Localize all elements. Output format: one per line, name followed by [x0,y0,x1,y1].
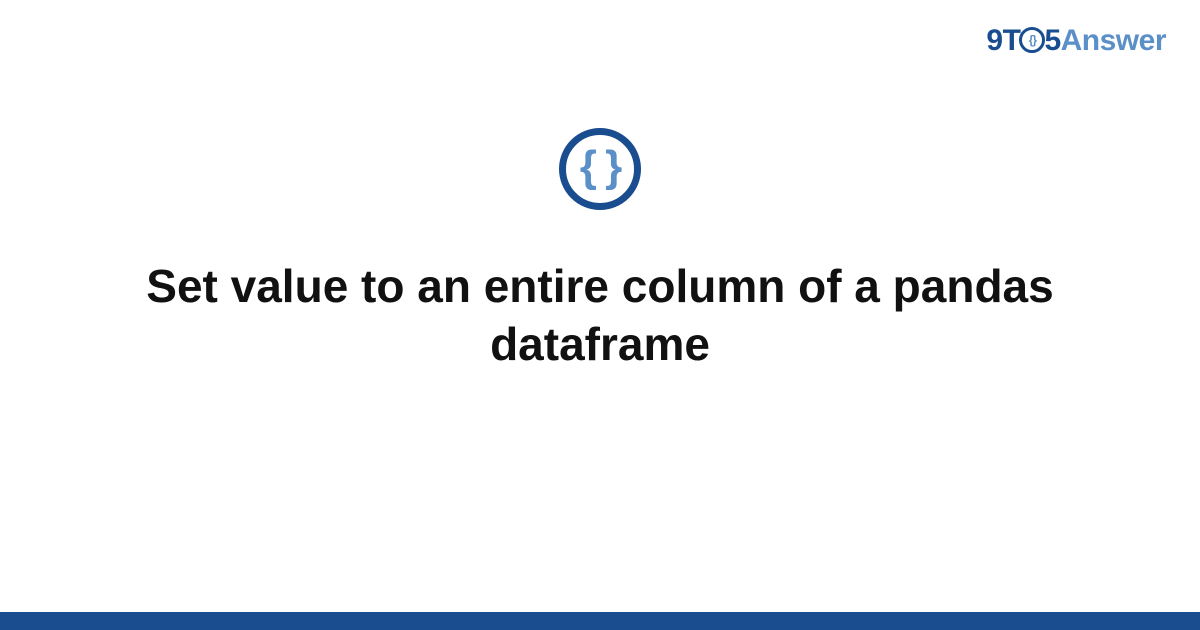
braces-glyph: { } [580,145,620,189]
brand-logo: 9T {} 5Answer [986,24,1166,58]
brand-nine: 9 [986,24,1002,57]
page-title: Set value to an entire column of a panda… [120,258,1080,373]
brand-t: T [1003,24,1021,57]
brand-o-inner: {} [1029,33,1036,47]
brand-answer: Answer [1061,24,1166,57]
brand-five: 5 [1044,24,1060,57]
brand-o-circle: {} [1019,27,1045,53]
hero-area: { } Set value to an entire column of a p… [0,128,1200,373]
code-braces-icon: { } [559,128,641,210]
footer-accent-bar [0,612,1200,630]
